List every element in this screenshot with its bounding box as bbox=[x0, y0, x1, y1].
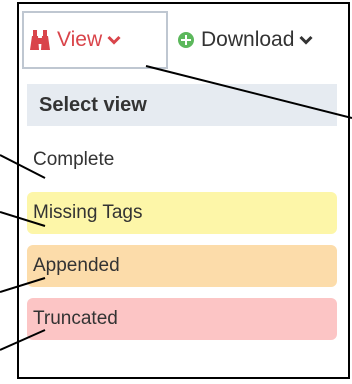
binoculars-icon bbox=[29, 29, 51, 51]
view-dropdown-button[interactable]: View bbox=[22, 11, 168, 69]
app-frame: View Download Select view Complete Missi… bbox=[17, 2, 350, 379]
menu-header: Select view bbox=[27, 84, 337, 126]
download-label: Download bbox=[201, 28, 295, 51]
menu-item-missing-tags[interactable]: Missing Tags bbox=[27, 192, 337, 234]
plus-circle-icon bbox=[177, 31, 195, 49]
chevron-down-icon bbox=[299, 35, 313, 45]
menu-item-complete[interactable]: Complete bbox=[27, 139, 337, 181]
menu-item-truncated[interactable]: Truncated bbox=[27, 298, 337, 340]
menu-item-appended[interactable]: Appended bbox=[27, 245, 337, 287]
chevron-down-icon bbox=[107, 35, 121, 45]
view-dropdown-menu: Select view Complete Missing Tags Append… bbox=[27, 84, 337, 340]
download-dropdown-button[interactable]: Download bbox=[177, 11, 313, 69]
toolbar: View Download bbox=[19, 4, 348, 72]
view-label: View bbox=[57, 28, 103, 51]
